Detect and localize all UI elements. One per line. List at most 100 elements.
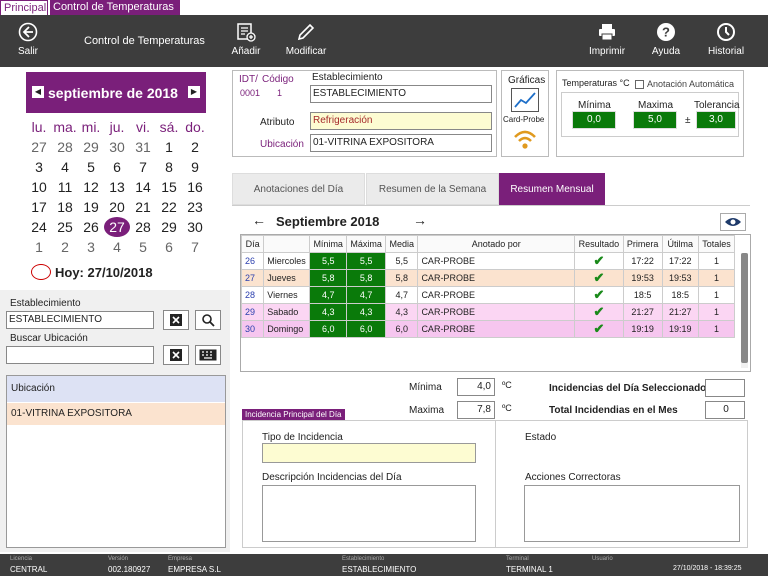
col-max: Máxima bbox=[346, 235, 387, 253]
calendar-day[interactable]: 12 bbox=[78, 177, 104, 197]
cell-dname: Domingo bbox=[263, 320, 311, 338]
calendar-day[interactable]: 10 bbox=[26, 177, 52, 197]
calendar-day[interactable]: 1 bbox=[156, 137, 182, 157]
calendar-day[interactable]: 30 bbox=[104, 137, 130, 157]
cell-primera: 19:53 bbox=[622, 269, 663, 287]
tab-resumen-mensual[interactable]: Resumen Mensual bbox=[499, 173, 605, 205]
table-row[interactable]: 26 Miercoles 5,5 5,5 5,5 CAR-PROBE ✔ 17:22 17:22… bbox=[240, 252, 735, 270]
salir-button[interactable]: Salir bbox=[10, 15, 46, 67]
codigo-value: 1 bbox=[277, 88, 283, 98]
calendar-day[interactable]: 5 bbox=[130, 237, 156, 257]
calendar-day[interactable]: 8 bbox=[156, 157, 182, 177]
calendar-day[interactable]: 3 bbox=[26, 157, 52, 177]
calendar-prev-button[interactable]: ◀ bbox=[32, 86, 44, 98]
check-icon: ✔ bbox=[574, 269, 624, 287]
anadir-button[interactable]: Añadir bbox=[228, 15, 264, 67]
table-row[interactable]: 28 Viernes 4,7 4,7 4,7 CAR-PROBE ✔ 18:5 18:5 1 bbox=[240, 286, 735, 304]
calendar-day[interactable]: 15 bbox=[156, 177, 182, 197]
calendar-day[interactable]: 29 bbox=[156, 217, 182, 237]
calendar-day[interactable]: 16 bbox=[182, 177, 208, 197]
buscar-ubicacion-field[interactable] bbox=[6, 346, 154, 364]
keyboard-button[interactable] bbox=[195, 345, 221, 365]
calendar-day[interactable]: 24 bbox=[26, 217, 52, 237]
col-por: Anotado por bbox=[417, 235, 576, 253]
cell-primera: 17:22 bbox=[622, 252, 663, 270]
auto-label: Anotación Automática bbox=[647, 79, 735, 89]
ayuda-button[interactable]: ? Ayuda bbox=[648, 15, 684, 67]
tab-principal[interactable]: Principal bbox=[0, 0, 48, 15]
cell-min: 6,0 bbox=[309, 320, 348, 338]
table-row[interactable]: 30 Domingo 6,0 6,0 6,0 CAR-PROBE ✔ 19:19 19:19 1 bbox=[240, 320, 735, 338]
calendar-day[interactable]: 1 bbox=[26, 237, 52, 257]
calendar-day[interactable]: 4 bbox=[104, 237, 130, 257]
calendar-day[interactable]: 13 bbox=[104, 177, 130, 197]
calendar-day[interactable]: 19 bbox=[78, 197, 104, 217]
calendar-day[interactable]: 9 bbox=[182, 157, 208, 177]
calendar-day[interactable]: 14 bbox=[130, 177, 156, 197]
prev-month-button[interactable]: ← bbox=[252, 212, 266, 228]
view-button[interactable] bbox=[720, 213, 746, 231]
calendar-month: septiembre de 2018 bbox=[48, 85, 178, 101]
version-value: 002.180927 bbox=[108, 565, 151, 574]
scrollbar-thumb[interactable] bbox=[741, 253, 748, 363]
today-link[interactable]: Hoy: 27/10/2018 bbox=[55, 265, 153, 280]
calendar-day[interactable]: 29 bbox=[78, 137, 104, 157]
cell-total: 1 bbox=[698, 252, 735, 270]
calendar-day[interactable]: 5 bbox=[78, 157, 104, 177]
calendar-day[interactable]: 2 bbox=[52, 237, 78, 257]
calendar-day[interactable]: 7 bbox=[130, 157, 156, 177]
establecimiento-field[interactable]: ESTABLECIMIENTO bbox=[6, 311, 154, 329]
cell-min: 4,7 bbox=[309, 286, 348, 304]
cell-primera: 18:5 bbox=[622, 286, 663, 304]
calendar-day[interactable]: 22 bbox=[156, 197, 182, 217]
weekday: lu. bbox=[31, 119, 47, 135]
calendar-day[interactable]: 4 bbox=[52, 157, 78, 177]
calendar-day[interactable]: 28 bbox=[130, 217, 156, 237]
calendar-day[interactable]: 7 bbox=[182, 237, 208, 257]
list-item[interactable]: 01-VITRINA EXPOSITORA bbox=[7, 403, 225, 425]
calendar-day[interactable]: 23 bbox=[182, 197, 208, 217]
cardprobe-button[interactable] bbox=[511, 127, 539, 153]
calendar-day[interactable]: 6 bbox=[156, 237, 182, 257]
calendar-day[interactable]: 21 bbox=[130, 197, 156, 217]
descripcion-textarea[interactable] bbox=[262, 485, 476, 542]
historial-button[interactable]: Historial bbox=[704, 15, 748, 67]
cell-max: 6,0 bbox=[346, 320, 387, 338]
search-establecimiento-button[interactable] bbox=[195, 310, 221, 330]
calendar-day[interactable]: 3 bbox=[78, 237, 104, 257]
grid-scrollbar[interactable] bbox=[741, 253, 748, 368]
modificar-button[interactable]: Modificar bbox=[282, 15, 330, 67]
tab-control-temperaturas[interactable]: Control de Temperaturas bbox=[50, 0, 180, 15]
weekday: mi. bbox=[81, 119, 101, 135]
plus-minus: ± bbox=[685, 115, 691, 126]
clear-buscar-button[interactable] bbox=[163, 345, 189, 365]
table-row[interactable]: 27 Jueves 5,8 5,8 5,8 CAR-PROBE ✔ 19:53 19:53 1 bbox=[240, 269, 735, 287]
calendar-day[interactable]: 28 bbox=[52, 137, 78, 157]
cell-total: 1 bbox=[698, 303, 735, 321]
clear-establecimiento-button[interactable] bbox=[163, 310, 189, 330]
eye-icon bbox=[725, 218, 741, 226]
calendar-day[interactable]: 26 bbox=[78, 217, 104, 237]
svg-text:?: ? bbox=[662, 25, 670, 40]
calendar-day[interactable]: 30 bbox=[182, 217, 208, 237]
calendar-day[interactable]: 27 bbox=[26, 137, 52, 157]
graficas-button[interactable] bbox=[511, 88, 539, 112]
tipo-incidencia-field[interactable] bbox=[262, 443, 476, 463]
calendar-day[interactable]: 18 bbox=[52, 197, 78, 217]
calendar-day[interactable]: 11 bbox=[52, 177, 78, 197]
tab-anotaciones[interactable]: Anotaciones del Día bbox=[232, 173, 365, 205]
calendar-day[interactable]: 17 bbox=[26, 197, 52, 217]
acciones-textarea[interactable] bbox=[524, 485, 740, 542]
tab-resumen-semana[interactable]: Resumen de la Semana bbox=[366, 173, 499, 205]
calendar-day[interactable]: 20 bbox=[104, 197, 130, 217]
calendar-day[interactable]: 6 bbox=[104, 157, 130, 177]
auto-checkbox[interactable] bbox=[635, 80, 644, 89]
next-month-button[interactable]: → bbox=[413, 212, 427, 228]
calendar-day-selected[interactable]: 27 bbox=[104, 217, 130, 237]
imprimir-button[interactable]: Imprimir bbox=[585, 15, 629, 67]
calendar-day[interactable]: 31 bbox=[130, 137, 156, 157]
table-row[interactable]: 29 Sabado 4,3 4,3 4,3 CAR-PROBE ✔ 21:27 21:27 1 bbox=[240, 303, 735, 321]
calendar-day[interactable]: 2 bbox=[182, 137, 208, 157]
calendar-day[interactable]: 25 bbox=[52, 217, 78, 237]
calendar-next-button[interactable]: ▶ bbox=[188, 86, 200, 98]
